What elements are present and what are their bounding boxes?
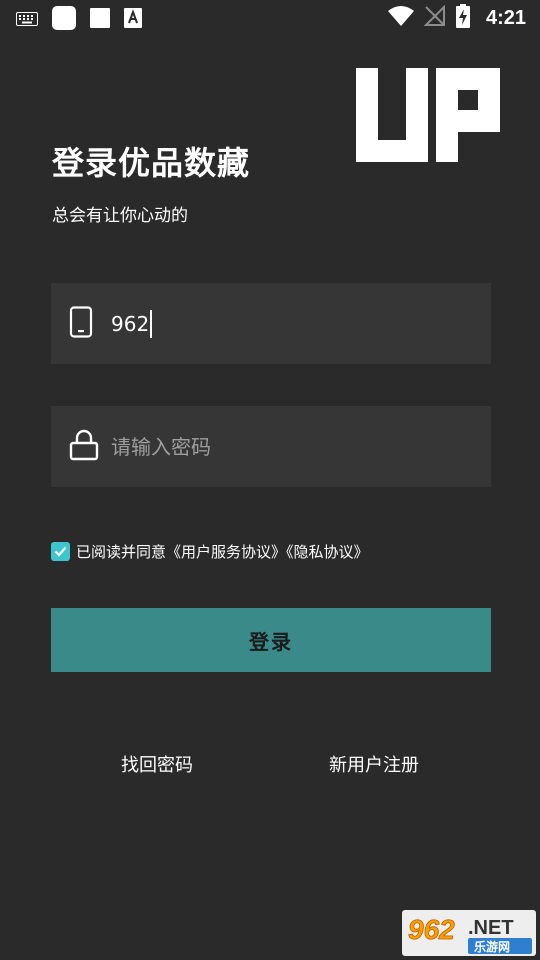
svg-text:.NET: .NET [468, 917, 514, 939]
square-icon [90, 8, 110, 32]
agreement-text[interactable]: 已阅读并同意《用户服务协议》《隐私协议》 [76, 541, 369, 562]
status-time: 4:21 [485, 6, 526, 29]
forgot-password-link[interactable]: 找回密码 [121, 751, 193, 777]
up-logo [356, 68, 500, 166]
font-icon [124, 8, 142, 32]
logo-graphic [356, 68, 500, 162]
page-title: 登录优品数藏 [52, 144, 251, 182]
text-caret [150, 309, 153, 338]
wifi-icon [387, 5, 414, 31]
svg-text:962: 962 [408, 914, 455, 945]
page-subtitle: 总会有让你心动的 [52, 206, 188, 226]
phone-input-value: 962 [111, 311, 150, 336]
svg-text:乐游网: 乐游网 [474, 939, 510, 954]
status-bar-left [16, 6, 142, 34]
login-button[interactable]: 登录 [51, 608, 491, 672]
status-bar-right: 4:21 [387, 4, 526, 32]
agreement-row[interactable]: 已阅读并同意《用户服务协议》《隐私协议》 [51, 541, 369, 562]
lock-icon [69, 429, 99, 465]
phone-field[interactable]: 962 [51, 283, 491, 364]
watermark-graphic: 962 .NET 乐游网 [402, 910, 536, 956]
battery-charging-icon [455, 4, 470, 32]
register-link[interactable]: 新用户注册 [329, 751, 419, 777]
password-field[interactable] [51, 406, 491, 487]
keyboard-icon [16, 11, 38, 30]
phone-icon [69, 305, 93, 342]
agreement-checkbox[interactable] [51, 542, 70, 561]
phone-input[interactable]: 962 [111, 309, 153, 338]
no-signal-icon [423, 4, 446, 31]
status-bar: 4:21 [0, 0, 540, 36]
watermark-logo: 962 .NET 乐游网 [402, 910, 536, 956]
check-icon [54, 546, 67, 557]
app-icon [52, 6, 76, 34]
password-input[interactable] [111, 406, 471, 487]
